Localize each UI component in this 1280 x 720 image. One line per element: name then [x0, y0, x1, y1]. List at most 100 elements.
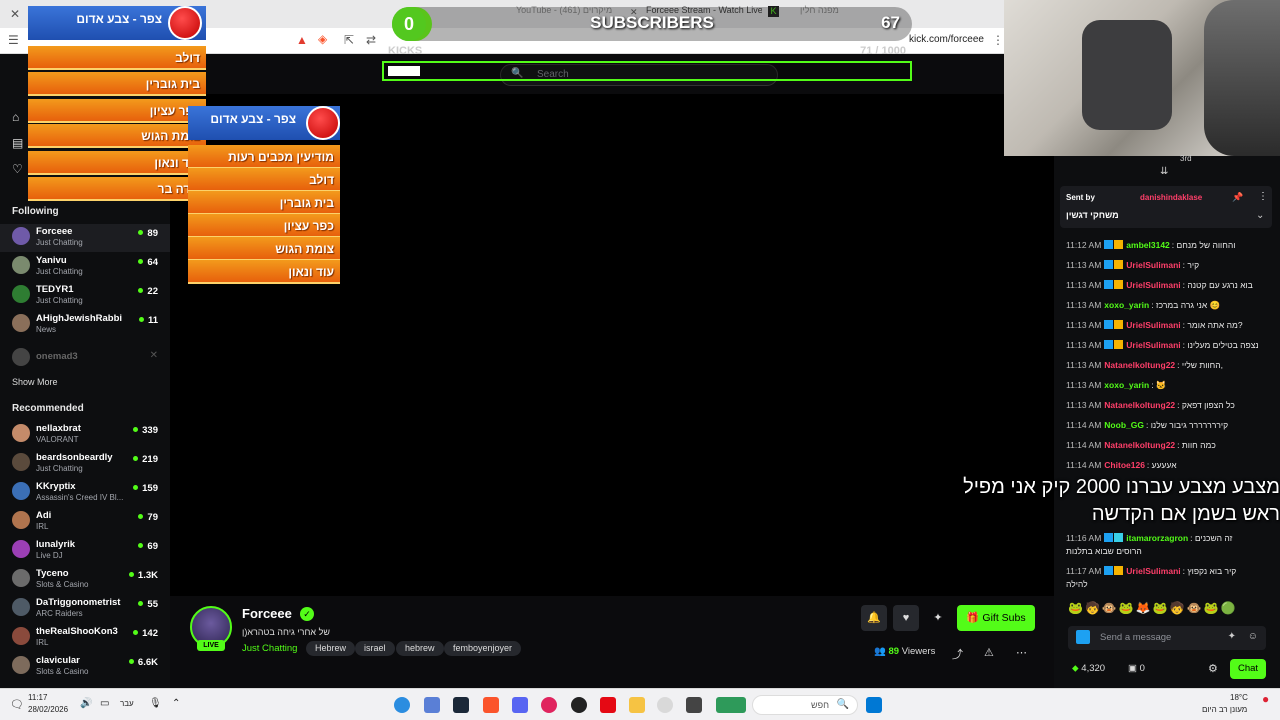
streamer-name[interactable]: Forceee	[242, 606, 292, 621]
taskbar-search[interactable]: חפש 🔍	[752, 695, 858, 715]
home-icon[interactable]: ⌂	[12, 110, 19, 124]
sidebar-item-therealshookon3[interactable]: theRealShooKon3 IRL 142	[0, 624, 170, 652]
volume-icon[interactable]: 🔊	[80, 698, 92, 709]
game-app-icon[interactable]	[716, 697, 746, 713]
address-url[interactable]: kick.com/forceee	[909, 34, 984, 45]
sidebar-item-ahighjewishrabbi[interactable]: AHighJewishRabbi News 11	[0, 311, 170, 339]
chat-items[interactable]: ▣ 0	[1128, 663, 1145, 674]
microphone-icon[interactable]: 🎙	[149, 698, 162, 709]
channel-name: lunalyrik	[36, 539, 76, 550]
show-hidden-icons-icon[interactable]: ⌃	[172, 698, 180, 709]
viewer-count: 11	[139, 315, 158, 326]
alert-row: מודיעין מכבים רעות	[188, 145, 340, 169]
avatar	[12, 424, 30, 442]
channel-name: AHighJewishRabbi	[36, 313, 123, 324]
channel-points[interactable]: ⬥ 4,320	[1072, 663, 1105, 674]
app-icon[interactable]	[424, 697, 440, 713]
viewer-count: 159	[133, 483, 158, 494]
pinned-message[interactable]: Sent by danishindaklase 📌 ⋮ משחקי דגשין …	[1060, 186, 1272, 228]
sidebar-item-nellaxbrat[interactable]: nellaxbrat VALORANT 339	[0, 421, 170, 449]
sidebar-item-datriggonometrist[interactable]: DaTriggonometrist ARC Raiders 55	[0, 595, 170, 623]
webcam-chair	[1082, 20, 1172, 130]
viewers-label: Viewers	[901, 646, 936, 657]
chat-message: 11:14 AM Chitoe126: אעעעע	[1066, 460, 1177, 470]
tag-pill[interactable]: femboyenjoyer	[444, 641, 522, 656]
chat-message: 11:13 AM xoxo_yarin: 🐱	[1066, 380, 1167, 390]
show-more-link[interactable]: Show More	[12, 377, 58, 387]
sidebar-item-kkryptix[interactable]: KKryptix Assassin's Creed IV Bl... 159	[0, 479, 170, 507]
sidebar-item-lunalyrik[interactable]: lunalyrik Live DJ 69	[0, 537, 170, 565]
brave-icon[interactable]	[483, 697, 499, 713]
filter-icon[interactable]: ⇊	[1160, 166, 1168, 177]
extensions-icon[interactable]: ⋮	[992, 33, 1004, 47]
follow-heart-button[interactable]: ♥	[893, 605, 919, 631]
brave-shield-icon[interactable]: ◈	[318, 32, 327, 46]
pinned-menu-icon[interactable]: ⋮	[1258, 191, 1268, 202]
language-indicator[interactable]: עבר	[120, 699, 134, 708]
avatar	[12, 656, 30, 674]
tag-pill[interactable]: Hebrew	[306, 641, 356, 656]
close-window-icon[interactable]: ✕	[10, 7, 20, 21]
tag-pill[interactable]: israel	[355, 641, 395, 656]
channel-category: VALORANT	[36, 435, 79, 444]
offline-icon: ✕	[149, 350, 158, 361]
media-player-icon[interactable]	[541, 697, 557, 713]
terminal-icon[interactable]	[686, 697, 702, 713]
sidebar-item-beardsonbeardly[interactable]: beardsonbeardly Just Chatting 219	[0, 450, 170, 478]
chat-identity-icon[interactable]	[1076, 630, 1090, 644]
paint-icon[interactable]	[657, 697, 673, 713]
report-icon[interactable]: ⚠	[984, 646, 994, 659]
weather-temp[interactable]: 18°C	[1230, 693, 1248, 702]
channel-category: IRL	[36, 522, 49, 531]
browse-icon[interactable]: ▤	[12, 136, 23, 150]
stream-category-link[interactable]: Just Chatting	[242, 643, 297, 654]
chat-message: 11:13 AM Natanelkoltung22: כל הצפון דפאק	[1066, 400, 1235, 410]
points-icon: ⬥	[1072, 663, 1079, 674]
clip-button[interactable]: ✦	[925, 605, 951, 631]
menu-icon[interactable]: ☰	[8, 33, 19, 47]
sidebar-item-clavicular[interactable]: clavicular Slots & Casino 6.6K	[0, 653, 170, 681]
notifications-icon[interactable]: 🗨	[10, 698, 24, 711]
sidebar-item-onemad3[interactable]: onemad3 ✕	[0, 345, 170, 373]
emoji-icon[interactable]: ☺	[1248, 631, 1258, 642]
gift-subs-button[interactable]: 🎁 Gift Subs	[957, 605, 1035, 631]
chat-message-input[interactable]: Send a message ✦ ☺	[1068, 626, 1266, 650]
chatgpt-icon[interactable]	[571, 697, 587, 713]
sidebar-item-adi[interactable]: Adi IRL 79	[0, 508, 170, 536]
steam-icon[interactable]	[453, 697, 469, 713]
brave-rewards-icon[interactable]: ▲	[296, 33, 308, 47]
file-explorer-icon[interactable]	[629, 697, 645, 713]
channel-name: onemad3	[36, 351, 78, 362]
windows-start-icon[interactable]	[866, 697, 882, 713]
alert-row: דולב	[28, 46, 206, 70]
netflix-icon[interactable]	[600, 697, 616, 713]
tag-pill[interactable]: hebrew	[396, 641, 444, 656]
sidebar-item-forceee[interactable]: Forceee Just Chatting 89	[0, 224, 170, 252]
sidebar-item-yanivu[interactable]: Yanivu Just Chatting 64	[0, 253, 170, 281]
chat-input-placeholder: Send a message	[1100, 632, 1172, 643]
alert-row: כפר עציון	[188, 214, 340, 238]
chat-settings-icon[interactable]: ⚙	[1208, 662, 1218, 675]
alert-row: בית גוברין	[28, 72, 206, 96]
viewer-count: 219	[133, 454, 158, 465]
taskbar-time[interactable]: 11:17	[28, 693, 47, 702]
whatsapp-icon[interactable]	[394, 697, 410, 713]
discord-icon[interactable]	[512, 697, 528, 713]
sidebar-item-tedyr1[interactable]: TEDYR1 Just Chatting 22	[0, 282, 170, 310]
more-options-icon[interactable]: ⋯	[1016, 646, 1027, 659]
chat-send-button[interactable]: Chat	[1230, 659, 1266, 679]
share-stream-icon[interactable]: ⤴	[952, 646, 963, 662]
red-alert-badge-icon	[306, 106, 340, 140]
translate-icon[interactable]: ⇄	[366, 33, 376, 47]
share-icon[interactable]: ⇱	[344, 33, 354, 47]
channel-category: Slots & Casino	[36, 667, 89, 676]
chat-message: 11:16 AM itamarorzagron: זה השכנים	[1066, 533, 1233, 543]
notification-bell-button[interactable]: 🔔	[861, 605, 887, 631]
chevron-down-icon[interactable]: ⌄	[1256, 210, 1264, 221]
taskbar-date[interactable]: 28/02/2026	[28, 705, 68, 714]
network-icon[interactable]: ▭	[100, 698, 109, 709]
favorites-icon[interactable]: ♡	[12, 162, 23, 176]
sidebar-item-tyceno[interactable]: Tyceno Slots & Casino 1.3K	[0, 566, 170, 594]
subs-goal: 67	[881, 13, 900, 32]
kick-emote-icon[interactable]: ✦	[1228, 631, 1236, 642]
